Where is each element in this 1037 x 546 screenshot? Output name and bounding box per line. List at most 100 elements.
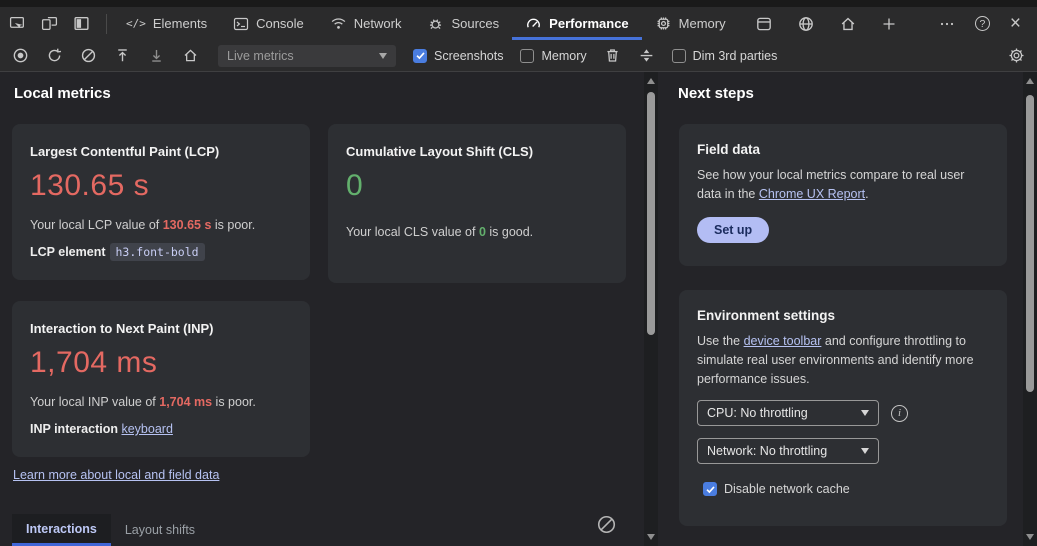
inp-interaction-label: INP interaction: [30, 422, 118, 436]
lcp-element-node-link[interactable]: h3.font-bold: [110, 243, 205, 261]
clear-interactions-icon[interactable]: [595, 513, 618, 536]
cls-value: 0: [346, 169, 608, 203]
tab-label: Memory: [679, 16, 726, 31]
next-steps-heading: Next steps: [678, 85, 754, 102]
lcp-value: 130.65 s: [30, 169, 292, 203]
field-data-text: See how your local metrics compare to re…: [697, 166, 989, 204]
tab-elements[interactable]: </> Elements: [113, 7, 220, 40]
cls-description: Your local CLS value of 0 is good.: [346, 225, 608, 239]
memory-checkbox-row[interactable]: Memory: [520, 49, 586, 63]
devtools-window: </> Elements Console Network: [0, 0, 1037, 546]
network-throttling-value: Network: No throttling: [707, 444, 827, 458]
cpu-throttling-value: CPU: No throttling: [707, 406, 808, 420]
more-menu-icon[interactable]: [939, 16, 955, 32]
tabbar-tool-icons: [739, 7, 913, 40]
cls-desc-after: is good.: [486, 225, 533, 239]
tab-interactions[interactable]: Interactions: [12, 514, 111, 546]
performance-icon: [525, 15, 542, 32]
network-throttling-row: Network: No throttling: [697, 438, 989, 464]
memory-label: Memory: [541, 49, 586, 63]
plus-icon[interactable]: [881, 16, 897, 32]
dim-3rd-parties-label: Dim 3rd parties: [693, 49, 778, 63]
sources-icon: [427, 15, 444, 32]
device-toolbar-link[interactable]: device toolbar: [744, 334, 822, 348]
network-throttling-select[interactable]: Network: No throttling: [697, 438, 879, 464]
record-icon[interactable]: [12, 47, 29, 64]
tab-memory[interactable]: Memory: [642, 7, 739, 40]
globe-icon[interactable]: [797, 15, 815, 33]
field-data-text-after: .: [865, 187, 868, 201]
disable-cache-checkbox[interactable]: [703, 482, 717, 496]
performance-panel-content: Local metrics Largest Contentful Paint (…: [0, 72, 1037, 546]
set-up-button[interactable]: Set up: [697, 217, 769, 243]
scroll-down-arrow[interactable]: [1026, 534, 1034, 540]
learn-more-link[interactable]: Learn more about local and field data: [13, 468, 219, 482]
trash-icon[interactable]: [604, 47, 621, 64]
devtools-tabbar: </> Elements Console Network: [0, 7, 1037, 40]
scroll-up-arrow[interactable]: [1026, 78, 1034, 84]
chevron-down-icon: [379, 53, 387, 59]
inp-interaction-link[interactable]: keyboard: [121, 422, 172, 436]
load-profile-icon[interactable]: [114, 47, 131, 64]
chevron-down-icon: [861, 448, 869, 454]
inp-card-title: Interaction to Next Paint (INP): [30, 321, 292, 336]
scroll-down-arrow[interactable]: [647, 534, 655, 540]
device-toolbar-icon[interactable]: [41, 15, 58, 32]
tab-network[interactable]: Network: [317, 7, 415, 40]
field-data-title: Field data: [697, 142, 989, 157]
history-select-value: Live metrics: [227, 49, 294, 63]
lcp-desc-before: Your local LCP value of: [30, 218, 163, 232]
performance-toolbar: Live metrics Screenshots Memory: [0, 40, 1037, 72]
close-icon[interactable]: ×: [1010, 17, 1021, 31]
tab-label: Sources: [451, 16, 499, 31]
scroll-up-arrow[interactable]: [647, 78, 655, 84]
scrollbar-thumb[interactable]: [647, 92, 655, 335]
info-icon[interactable]: i: [891, 405, 908, 422]
screenshots-checkbox[interactable]: [413, 49, 427, 63]
tab-console[interactable]: Console: [220, 7, 317, 40]
left-panel-scrollbar[interactable]: [644, 72, 658, 546]
inp-desc-value: 1,704 ms: [159, 395, 212, 409]
tab-layout-shifts[interactable]: Layout shifts: [111, 514, 209, 546]
help-icon[interactable]: ?: [975, 16, 990, 31]
inp-desc-before: Your local INP value of: [30, 395, 159, 409]
dock-side-icon[interactable]: [73, 15, 90, 32]
live-metrics-home-icon[interactable]: [182, 47, 199, 64]
gear-icon[interactable]: [1008, 47, 1025, 64]
environment-settings-card: Environment settings Use the device tool…: [679, 290, 1007, 526]
tab-sources[interactable]: Sources: [414, 7, 512, 40]
network-icon: [330, 15, 347, 32]
lcp-card: Largest Contentful Paint (LCP) 130.65 s …: [12, 124, 310, 280]
memory-checkbox[interactable]: [520, 49, 534, 63]
code-icon: </>: [126, 17, 146, 30]
memory-icon: [655, 15, 672, 32]
history-select[interactable]: Live metrics: [218, 45, 396, 67]
right-panel-scrollbar[interactable]: [1023, 72, 1037, 546]
lcp-desc-after: is poor.: [211, 218, 255, 232]
lcp-desc-value: 130.65 s: [163, 218, 212, 232]
collapse-sections-icon[interactable]: [638, 47, 655, 64]
console-icon: [233, 16, 249, 32]
screenshots-checkbox-row[interactable]: Screenshots: [413, 49, 503, 63]
details-tabs: Interactions Layout shifts: [12, 514, 637, 546]
app-window-icon[interactable]: [755, 15, 773, 33]
scrollbar-thumb[interactable]: [1026, 95, 1034, 392]
reload-record-icon[interactable]: [46, 47, 63, 64]
cpu-throttling-select[interactable]: CPU: No throttling: [697, 400, 879, 426]
disable-cache-label: Disable network cache: [724, 482, 850, 496]
tab-label: Network: [354, 16, 402, 31]
dim-3rd-parties-checkbox-row[interactable]: Dim 3rd parties: [672, 49, 778, 63]
cls-card: Cumulative Layout Shift (CLS) 0 Your loc…: [328, 124, 626, 283]
tabbar-left-icons: [0, 7, 100, 40]
environment-settings-title: Environment settings: [697, 308, 989, 323]
tab-label: Layout shifts: [125, 523, 195, 537]
chrome-ux-report-link[interactable]: Chrome UX Report: [759, 187, 865, 201]
disable-cache-row[interactable]: Disable network cache: [703, 482, 989, 496]
dim-3rd-parties-checkbox[interactable]: [672, 49, 686, 63]
inp-desc-after: is poor.: [212, 395, 256, 409]
tab-performance[interactable]: Performance: [512, 7, 641, 40]
clear-icon[interactable]: [80, 47, 97, 64]
home-icon[interactable]: [839, 15, 857, 33]
inspect-element-icon[interactable]: [9, 15, 26, 32]
save-profile-icon[interactable]: [148, 47, 165, 64]
